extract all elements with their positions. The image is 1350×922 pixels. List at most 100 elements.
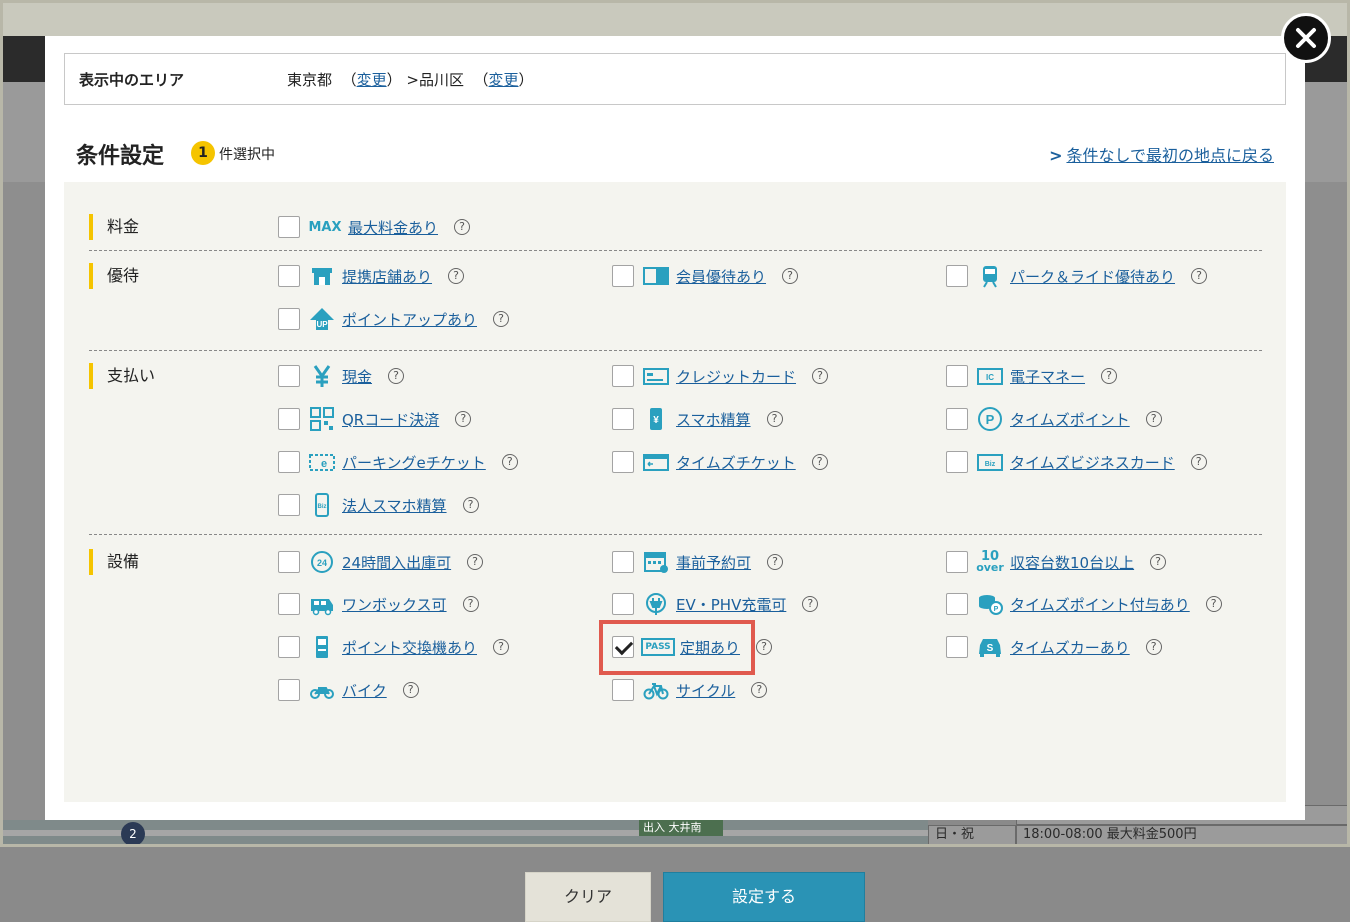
option-label[interactable]: 法人スマホ精算: [342, 495, 447, 516]
help-icon[interactable]: ?: [811, 454, 828, 470]
option-point-exchanger[interactable]: ポイント交換機あり ?: [278, 633, 510, 661]
option-label[interactable]: 収容台数10台以上: [1010, 552, 1134, 573]
option-e-money[interactable]: IC 電子マネー ?: [946, 362, 1118, 390]
checkbox[interactable]: [946, 593, 968, 615]
checkbox[interactable]: [612, 593, 634, 615]
option-capacity-10[interactable]: 10 over 収容台数10台以上 ?: [946, 548, 1167, 576]
option-business-card[interactable]: Biz タイムズビジネスカード ?: [946, 448, 1207, 476]
option-parking-e-ticket[interactable]: e パーキングeチケット ?: [278, 448, 518, 476]
help-icon[interactable]: ?: [402, 682, 419, 698]
checkbox[interactable]: [946, 265, 968, 287]
option-one-box[interactable]: ワンボックス可 ?: [278, 590, 479, 618]
help-icon[interactable]: ?: [388, 368, 405, 384]
help-icon[interactable]: ?: [751, 682, 768, 698]
option-bike[interactable]: バイク ?: [278, 676, 419, 704]
option-qr-payment[interactable]: QRコード決済 ?: [278, 405, 472, 433]
help-icon[interactable]: ?: [455, 411, 472, 427]
option-label[interactable]: EV・PHV充電可: [676, 594, 786, 615]
checkbox[interactable]: [946, 365, 968, 387]
help-icon[interactable]: ?: [462, 596, 479, 612]
checkbox[interactable]: [278, 216, 300, 238]
option-label[interactable]: クレジットカード: [676, 366, 796, 387]
help-icon[interactable]: ?: [493, 639, 510, 655]
option-label[interactable]: バイク: [342, 680, 387, 701]
option-label[interactable]: タイムズビジネスカード: [1010, 452, 1175, 473]
option-label[interactable]: タイムズポイント: [1010, 409, 1130, 430]
option-member-benefit[interactable]: 会員優待あり ?: [612, 262, 799, 290]
option-label[interactable]: ワンボックス可: [342, 594, 447, 615]
clear-button[interactable]: クリア: [525, 872, 651, 922]
checkbox[interactable]: [946, 551, 968, 573]
option-smartphone-payment[interactable]: ¥ スマホ精算 ?: [612, 405, 783, 433]
option-label[interactable]: スマホ精算: [676, 409, 751, 430]
option-label[interactable]: 最大料金あり: [348, 217, 438, 238]
help-icon[interactable]: ?: [756, 639, 773, 655]
option-times-point[interactable]: P タイムズポイント ?: [946, 405, 1162, 433]
checkbox[interactable]: [278, 451, 300, 473]
option-label[interactable]: サイクル: [676, 680, 735, 701]
option-label[interactable]: 提携店舗あり: [342, 266, 432, 287]
option-cash[interactable]: 現金 ?: [278, 362, 405, 390]
checkbox[interactable]: [612, 679, 634, 701]
option-label[interactable]: タイムズポイント付与あり: [1010, 594, 1190, 615]
option-label[interactable]: パーク＆ライド優待あり: [1010, 266, 1175, 287]
option-label[interactable]: 事前予約可: [676, 552, 751, 573]
checkbox[interactable]: [278, 408, 300, 430]
checkbox[interactable]: [612, 451, 634, 473]
checkbox[interactable]: [612, 365, 634, 387]
help-icon[interactable]: ?: [448, 268, 465, 284]
option-label[interactable]: パーキングeチケット: [342, 452, 486, 473]
change-ward-link[interactable]: 変更: [489, 71, 519, 89]
help-icon[interactable]: ?: [802, 596, 819, 612]
checkbox[interactable]: [612, 551, 634, 573]
help-icon[interactable]: ?: [1190, 454, 1207, 470]
checkbox[interactable]: [278, 551, 300, 573]
option-cycle[interactable]: サイクル ?: [612, 676, 768, 704]
option-label[interactable]: 電子マネー: [1010, 366, 1085, 387]
close-modal-button[interactable]: [1281, 13, 1331, 63]
help-icon[interactable]: ?: [1145, 411, 1162, 427]
help-icon[interactable]: ?: [1150, 554, 1167, 570]
help-icon[interactable]: ?: [467, 554, 484, 570]
option-reservation[interactable]: 事前予約可 ?: [612, 548, 784, 576]
apply-button[interactable]: 設定する: [663, 872, 865, 922]
help-icon[interactable]: ?: [1101, 368, 1118, 384]
checkbox[interactable]: [612, 408, 634, 430]
help-icon[interactable]: ?: [462, 497, 479, 513]
option-point-up[interactable]: UP ポイントアップあり ?: [278, 305, 510, 333]
checkbox[interactable]: [278, 265, 300, 287]
option-point-granted[interactable]: P タイムズポイント付与あり ?: [946, 590, 1222, 618]
option-times-car[interactable]: S タイムズカーあり ?: [946, 633, 1162, 661]
checkbox[interactable]: [278, 636, 300, 658]
option-open-24h[interactable]: 24 24時間入出庫可 ?: [278, 548, 484, 576]
option-label[interactable]: 24時間入出庫可: [342, 552, 451, 573]
checkbox[interactable]: [946, 408, 968, 430]
option-max-fee[interactable]: MAX 最大料金あり ?: [278, 213, 471, 241]
option-label[interactable]: ポイント交換機あり: [342, 637, 477, 658]
option-label[interactable]: タイムズチケット: [676, 452, 796, 473]
checkbox[interactable]: [278, 593, 300, 615]
option-credit-card[interactable]: クレジットカード ?: [612, 362, 829, 390]
help-icon[interactable]: ?: [1145, 639, 1162, 655]
help-icon[interactable]: ?: [501, 454, 518, 470]
option-times-ticket[interactable]: タイムズチケット ?: [612, 448, 828, 476]
option-label[interactable]: タイムズカーあり: [1010, 637, 1130, 658]
checkbox[interactable]: [278, 679, 300, 701]
option-label[interactable]: ポイントアップあり: [342, 309, 477, 330]
checkbox[interactable]: [946, 636, 968, 658]
help-icon[interactable]: ?: [493, 311, 510, 327]
option-label[interactable]: QRコード決済: [342, 409, 439, 430]
reset-conditions-label[interactable]: 条件なしで最初の地点に戻る: [1066, 146, 1274, 165]
help-icon[interactable]: ?: [1205, 596, 1222, 612]
help-icon[interactable]: ?: [767, 554, 784, 570]
help-icon[interactable]: ?: [1191, 268, 1208, 284]
change-prefecture-link[interactable]: 変更: [357, 71, 387, 89]
checkbox[interactable]: [946, 451, 968, 473]
checkbox[interactable]: [278, 365, 300, 387]
option-park-and-ride[interactable]: パーク＆ライド優待あり ?: [946, 262, 1208, 290]
help-icon[interactable]: ?: [812, 368, 829, 384]
option-label[interactable]: 会員優待あり: [676, 266, 766, 287]
checkbox[interactable]: [612, 265, 634, 287]
checkbox[interactable]: [278, 494, 300, 516]
reset-conditions-link[interactable]: > 条件なしで最初の地点に戻る: [1049, 142, 1274, 166]
